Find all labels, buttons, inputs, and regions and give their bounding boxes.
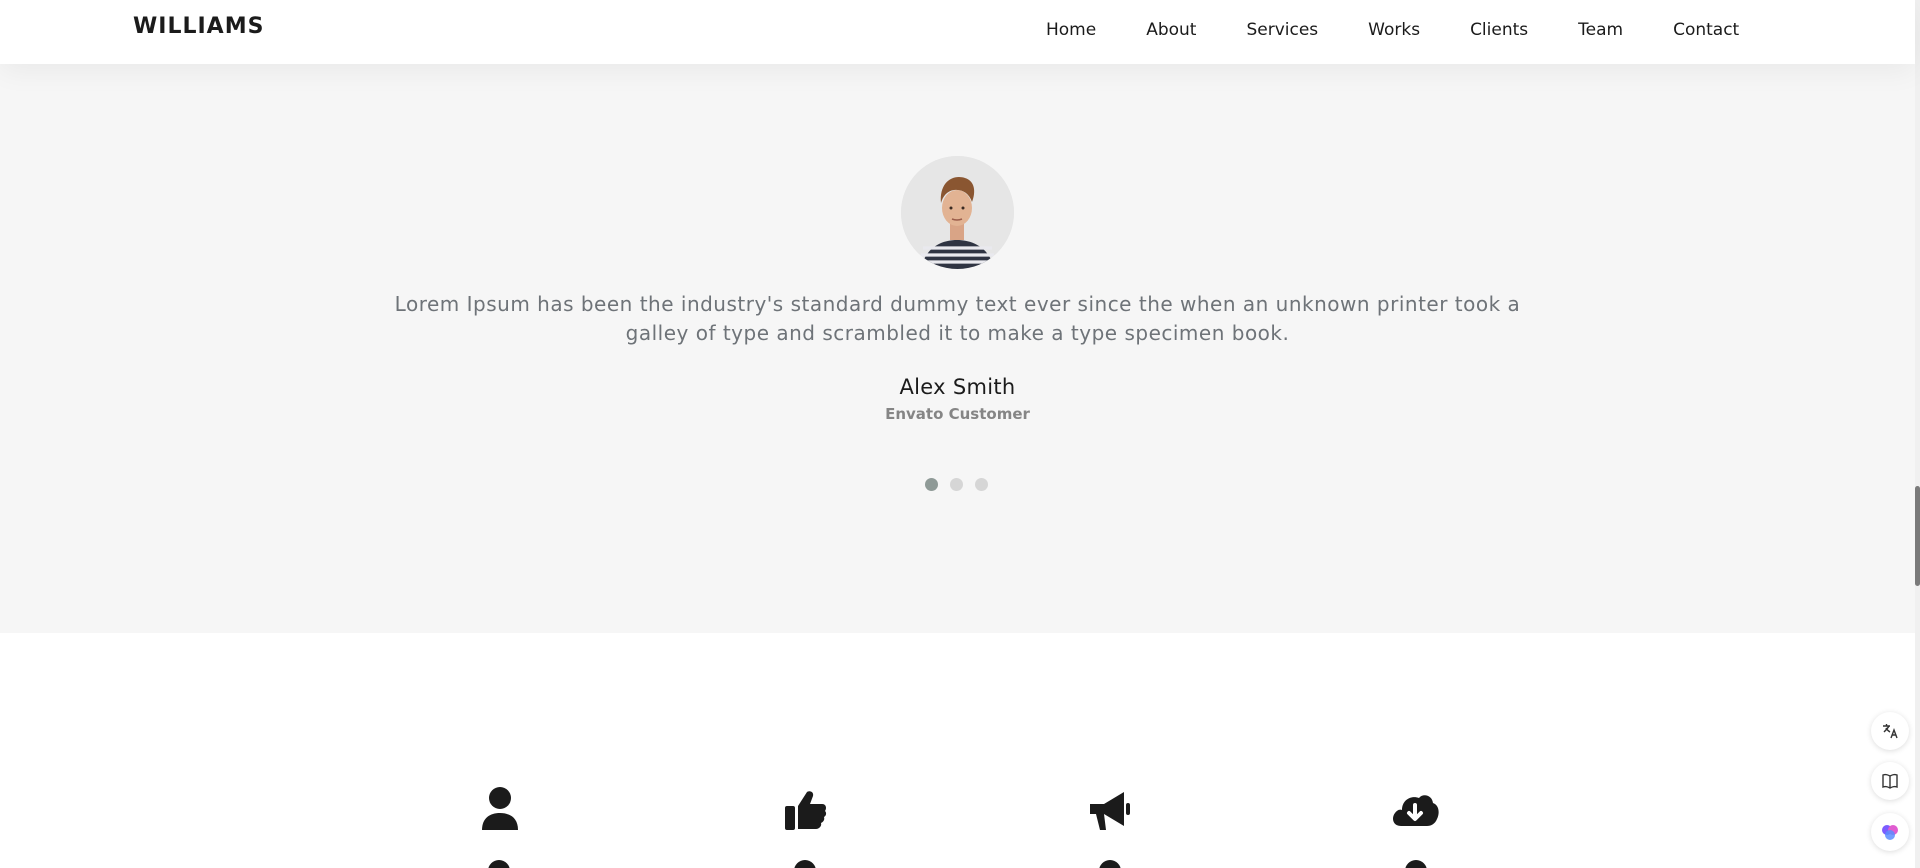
nav-team[interactable]: Team — [1578, 20, 1623, 40]
ai-assistant-button[interactable] — [1871, 813, 1909, 851]
slider-dot-3[interactable] — [975, 478, 988, 491]
customer-portrait — [901, 156, 1014, 269]
translate-button[interactable] — [1871, 712, 1909, 750]
feature-counter-peek — [488, 860, 510, 868]
testimonial-quote: Lorem Ipsum has been the industry's stan… — [394, 292, 1521, 345]
page-scrollbar[interactable] — [1915, 0, 1920, 868]
megaphone-icon — [1084, 786, 1136, 834]
nav-about[interactable]: About — [1146, 20, 1196, 40]
feature-counter-peek — [794, 860, 816, 868]
customer-role: Envato Customer — [885, 405, 1030, 423]
nav-works[interactable]: Works — [1368, 20, 1420, 40]
feature-counter-peek — [1099, 860, 1121, 868]
reader-button[interactable] — [1871, 762, 1909, 800]
nav-services[interactable]: Services — [1246, 20, 1318, 40]
slider-dot-2[interactable] — [950, 478, 963, 491]
translate-icon — [1883, 724, 1898, 739]
book-icon — [1882, 773, 1898, 789]
nav-contact[interactable]: Contact — [1673, 20, 1739, 40]
customer-name: Alex Smith — [899, 375, 1016, 399]
testimonial-section: Lorem Ipsum has been the industry's stan… — [0, 64, 1915, 633]
user-icon — [474, 786, 526, 834]
scrollbar-thumb[interactable] — [1915, 486, 1920, 586]
site-header: WILLIAMS Home About Services Works Clien… — [0, 0, 1915, 64]
nav-home[interactable]: Home — [1046, 20, 1096, 40]
slider-pagination — [925, 478, 1000, 491]
main-nav: Home About Services Works Clients Team C… — [1046, 20, 1739, 40]
feature-counter-peek — [1405, 860, 1427, 868]
thumbs-up-icon — [779, 786, 831, 834]
avatar — [901, 156, 1014, 269]
nav-clients[interactable]: Clients — [1470, 20, 1528, 40]
cloud-download-icon — [1389, 786, 1441, 834]
ai-brain-icon — [1882, 825, 1898, 840]
slider-dot-1[interactable] — [925, 478, 938, 491]
site-logo[interactable]: WILLIAMS — [133, 14, 264, 39]
